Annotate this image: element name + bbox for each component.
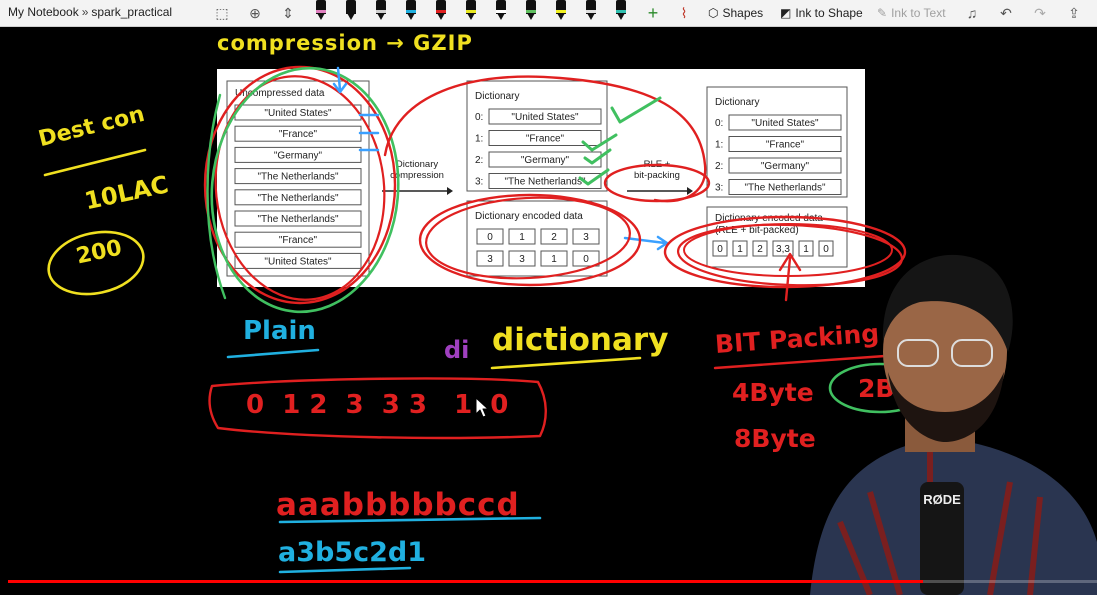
ink-text-plain: Plain [243,316,316,346]
ink-underline-yellow [490,356,642,370]
ink-text-raw-string: aaabbbbbccd [276,487,520,523]
ink-loop-red [383,75,707,203]
video-progress-bar[interactable] [8,580,1097,583]
ink-underline-blue [226,348,320,359]
ink-check-green [583,148,612,165]
ink-loop-green [210,66,400,314]
ink-underline-blue [278,566,412,574]
presenter-webcam: RØDE [810,254,1097,595]
ink-check-green [610,96,662,124]
ink-loop-red [203,65,397,305]
ink-check-green [581,133,618,152]
mic-brand-label: RØDE [923,492,961,507]
ink-text-di: di [444,336,470,364]
ink-arrow-blue [623,235,669,251]
ink-underline-yellow [43,148,147,177]
ink-text-rle-string: a3b5c2d1 [278,537,427,568]
ink-check-green [578,168,610,186]
video-progress-fill [8,580,923,583]
ink-text-dictionary: dictionary [492,322,669,358]
ink-text-sequence: 0 1 2 3 3 3 1 0 [246,390,509,420]
ink-loop-red [603,163,711,203]
ink-text-compression: compression → GZIP [217,31,473,55]
